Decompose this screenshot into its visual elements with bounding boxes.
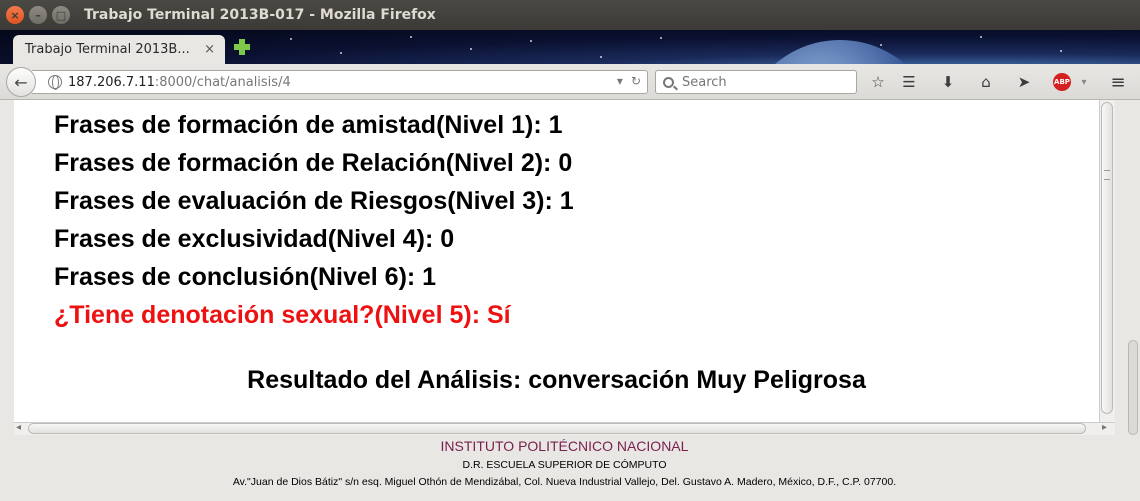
- analysis-line-relationship: Frases de formación de Relación(Nivel 2)…: [54, 149, 573, 177]
- horizontal-scrollbar-thumb[interactable]: [28, 423, 1086, 434]
- right-gutter: [1115, 100, 1140, 501]
- page-footer: INSTITUTO POLITÉCNICO NACIONAL D.R. ESCU…: [14, 435, 1115, 501]
- nav-toolbar: 187.206.7.11:8000/chat/analisis/4 ▾ ↻ ← …: [0, 64, 1140, 100]
- window-title: Trabajo Terminal 2013B-017 - Mozilla Fir…: [84, 7, 436, 23]
- analysis-line-conclusion: Frases de conclusión(Nivel 6): 1: [54, 263, 437, 291]
- tab-strip: Trabajo Terminal 2013B... ×: [0, 30, 1140, 64]
- bookmark-star-icon[interactable]: ☆: [868, 72, 888, 92]
- url-path: :8000/chat/analisis/4: [154, 74, 291, 90]
- planet-decoration: [740, 40, 940, 64]
- footer-school: D.R. ESCUELA SUPERIOR DE CÓMPUTO: [462, 459, 667, 471]
- scroll-right-icon[interactable]: ▸: [1102, 422, 1107, 433]
- analysis-line-sexual: ¿Tiene denotación sexual?(Nivel 5): Sí: [54, 301, 511, 329]
- window-minimize-button[interactable]: –: [29, 6, 47, 24]
- menu-icon[interactable]: ≡: [1108, 72, 1128, 93]
- tab-active[interactable]: Trabajo Terminal 2013B... ×: [13, 35, 225, 64]
- scroll-grip-icon: [1104, 170, 1110, 180]
- url-host: 187.206.7.11: [68, 74, 155, 90]
- dropdown-icon[interactable]: ▾: [617, 74, 623, 88]
- analysis-result: Resultado del Análisis: conversación Muy…: [247, 366, 866, 394]
- globe-icon[interactable]: [48, 75, 62, 90]
- analysis-line-friendship: Frases de formación de amistad(Nivel 1):…: [54, 111, 563, 139]
- window-controls: × – □: [6, 6, 70, 24]
- analysis-line-exclusivity: Frases de exclusividad(Nivel 4): 0: [54, 225, 455, 253]
- window-titlebar: × – □ Trabajo Terminal 2013B-017 - Mozil…: [0, 0, 1140, 30]
- vertical-scrollbar-thumb[interactable]: [1101, 102, 1113, 414]
- home-icon[interactable]: ⌂: [976, 72, 996, 92]
- url-bar[interactable]: 187.206.7.11:8000/chat/analisis/4 ▾ ↻: [32, 70, 648, 94]
- send-icon[interactable]: ➤: [1014, 72, 1034, 92]
- adblock-dropdown-icon[interactable]: ▾: [1074, 72, 1094, 92]
- search-icon: [663, 76, 674, 88]
- window-maximize-button[interactable]: □: [52, 6, 70, 24]
- tab-close-icon[interactable]: ×: [204, 42, 215, 57]
- back-button[interactable]: ←: [6, 67, 36, 97]
- footer-address: Av."Juan de Dios Bátiz" s/n esq. Miguel …: [232, 476, 897, 488]
- footer-institution: INSTITUTO POLITÉCNICO NACIONAL: [440, 438, 689, 454]
- new-tab-plus-icon[interactable]: [234, 39, 250, 55]
- reload-icon[interactable]: ↻: [631, 74, 641, 88]
- tab-label: Trabajo Terminal 2013B...: [25, 42, 190, 57]
- url-text[interactable]: 187.206.7.11:8000/chat/analisis/4: [68, 75, 291, 90]
- adblock-button[interactable]: ABP: [1052, 72, 1072, 92]
- download-icon[interactable]: ⬇: [938, 72, 958, 92]
- adblock-icon: ABP: [1053, 73, 1071, 91]
- left-gutter: [0, 100, 14, 501]
- search-input[interactable]: [682, 74, 842, 90]
- scroll-left-icon[interactable]: ◂: [16, 422, 21, 433]
- analysis-line-risk: Frases de evaluación de Riesgos(Nivel 3)…: [54, 187, 574, 215]
- back-icon: ←: [14, 72, 28, 92]
- search-bar[interactable]: [655, 70, 857, 94]
- outer-scrollbar-thumb[interactable]: [1128, 340, 1138, 435]
- reading-list-icon[interactable]: ☰: [899, 72, 919, 92]
- window-close-button[interactable]: ×: [6, 6, 24, 24]
